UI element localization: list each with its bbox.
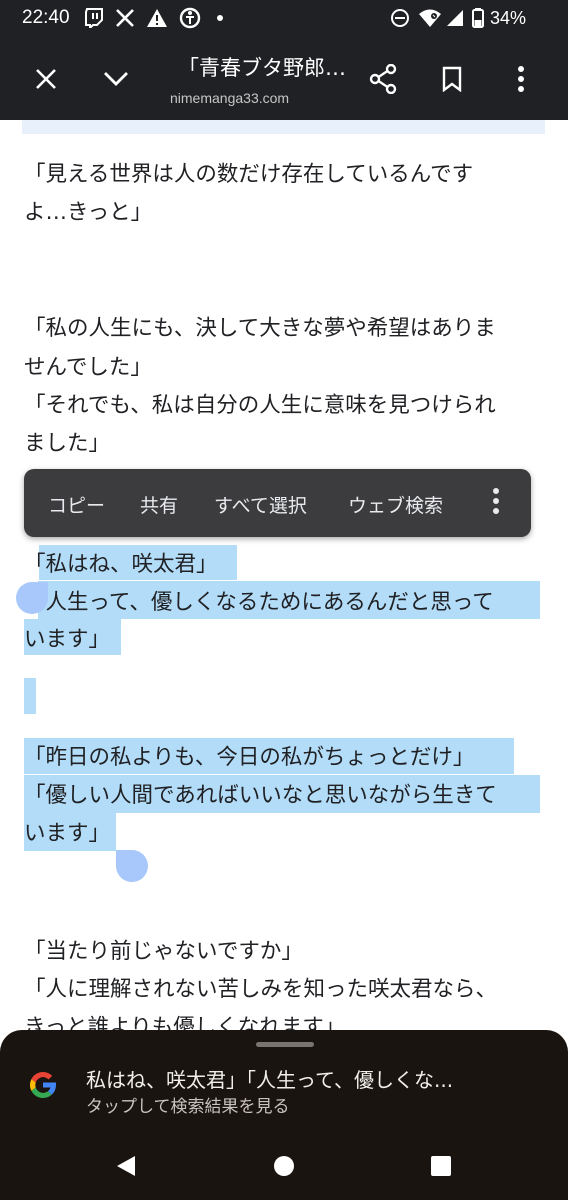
browser-toolbar: 「青春ブタ野郎… nimemanga33.com xyxy=(0,38,568,120)
search-query[interactable]: 私はね、咲太君」「人生って、優しくな... xyxy=(86,1064,453,1093)
context-more-button[interactable] xyxy=(492,487,504,519)
selected-text-line[interactable]: います」 xyxy=(24,622,110,653)
text-line: 「それでも、私は自分の人生に意味を見つけられ xyxy=(24,393,496,418)
selection-start-handle[interactable] xyxy=(16,582,48,614)
x-icon xyxy=(115,7,135,29)
more-options-button[interactable] xyxy=(494,52,548,106)
search-bottom-sheet[interactable]: 私はね、咲太君」「人生って、優しくな... タップして検索結果を見る xyxy=(0,1030,568,1132)
content-top-strip xyxy=(22,120,545,134)
text-line: 「見える世界は人の数だけ存在しているんです xyxy=(24,162,474,187)
selected-text-line[interactable]: 「人生って、優しくなるためにあるんだと思って xyxy=(24,585,494,616)
battery-percent: 34% xyxy=(490,8,527,28)
select-all-menu-item[interactable]: すべて選択 xyxy=(214,491,307,518)
bookmark-icon xyxy=(442,66,462,92)
selected-text-line[interactable]: 「私はね、咲太君」 xyxy=(24,547,218,578)
copy-menu-item[interactable]: コピー xyxy=(48,491,105,518)
dot-icon xyxy=(216,7,224,29)
battery-icon xyxy=(472,7,484,29)
search-subtitle: タップして検索結果を見る xyxy=(86,1097,290,1117)
bookmark-button[interactable] xyxy=(425,52,479,106)
share-button[interactable] xyxy=(356,52,410,106)
wifi-icon xyxy=(418,7,442,29)
status-bar: 22:40 34% xyxy=(0,0,568,38)
clock: 22:40 xyxy=(22,7,70,28)
chevron-down-icon xyxy=(104,72,128,86)
dnd-icon xyxy=(390,7,410,29)
home-button[interactable] xyxy=(270,1152,298,1180)
signal-icon xyxy=(446,7,464,29)
text-line: ました」 xyxy=(24,431,111,456)
sheet-drag-handle[interactable] xyxy=(256,1042,314,1047)
text-line: せんでした」 xyxy=(24,355,152,380)
selected-text-line[interactable]: います」 xyxy=(24,816,110,847)
page-url: nimemanga33.com xyxy=(170,90,290,106)
selection-end-handle[interactable] xyxy=(116,850,148,882)
selected-text-line[interactable]: 「優しい人間であればいいなと思いながら生きて xyxy=(24,778,497,809)
share-menu-item[interactable]: 共有 xyxy=(140,491,178,518)
recents-square-icon xyxy=(431,1156,451,1176)
navigation-bar xyxy=(0,1132,568,1200)
recents-button[interactable] xyxy=(427,1152,455,1180)
selected-text-line[interactable]: 「昨日の私よりも、今日の私がちょっとだけ」 xyxy=(24,740,474,771)
share-icon xyxy=(369,64,397,94)
close-icon xyxy=(36,69,56,89)
text-selection-menu: コピー 共有 すべて選択 ウェブ検索 xyxy=(24,469,531,537)
minimize-button[interactable] xyxy=(89,52,143,106)
page-title: 「青春ブタ野郎… xyxy=(178,56,346,80)
more-vert-icon xyxy=(518,66,524,92)
more-vert-icon xyxy=(493,488,499,514)
warning-icon xyxy=(146,7,168,29)
text-line: 「私の人生にも、決して大きな夢や希望はありま xyxy=(24,316,496,341)
home-circle-icon xyxy=(274,1156,294,1176)
close-button[interactable] xyxy=(19,52,73,106)
twitch-icon xyxy=(84,7,104,29)
text-line: よ…きっと」 xyxy=(24,200,153,225)
google-g-icon xyxy=(29,1072,57,1099)
back-triangle-icon xyxy=(117,1156,135,1176)
selection-highlight xyxy=(24,678,36,714)
accessibility-icon xyxy=(179,7,201,29)
back-button[interactable] xyxy=(112,1152,140,1180)
web-search-menu-item[interactable]: ウェブ検索 xyxy=(348,491,443,518)
text-line: 「人に理解されない苦しみを知った咲太君なら、 xyxy=(24,977,498,1002)
text-line: 「当たり前じゃないですか」 xyxy=(24,939,303,964)
